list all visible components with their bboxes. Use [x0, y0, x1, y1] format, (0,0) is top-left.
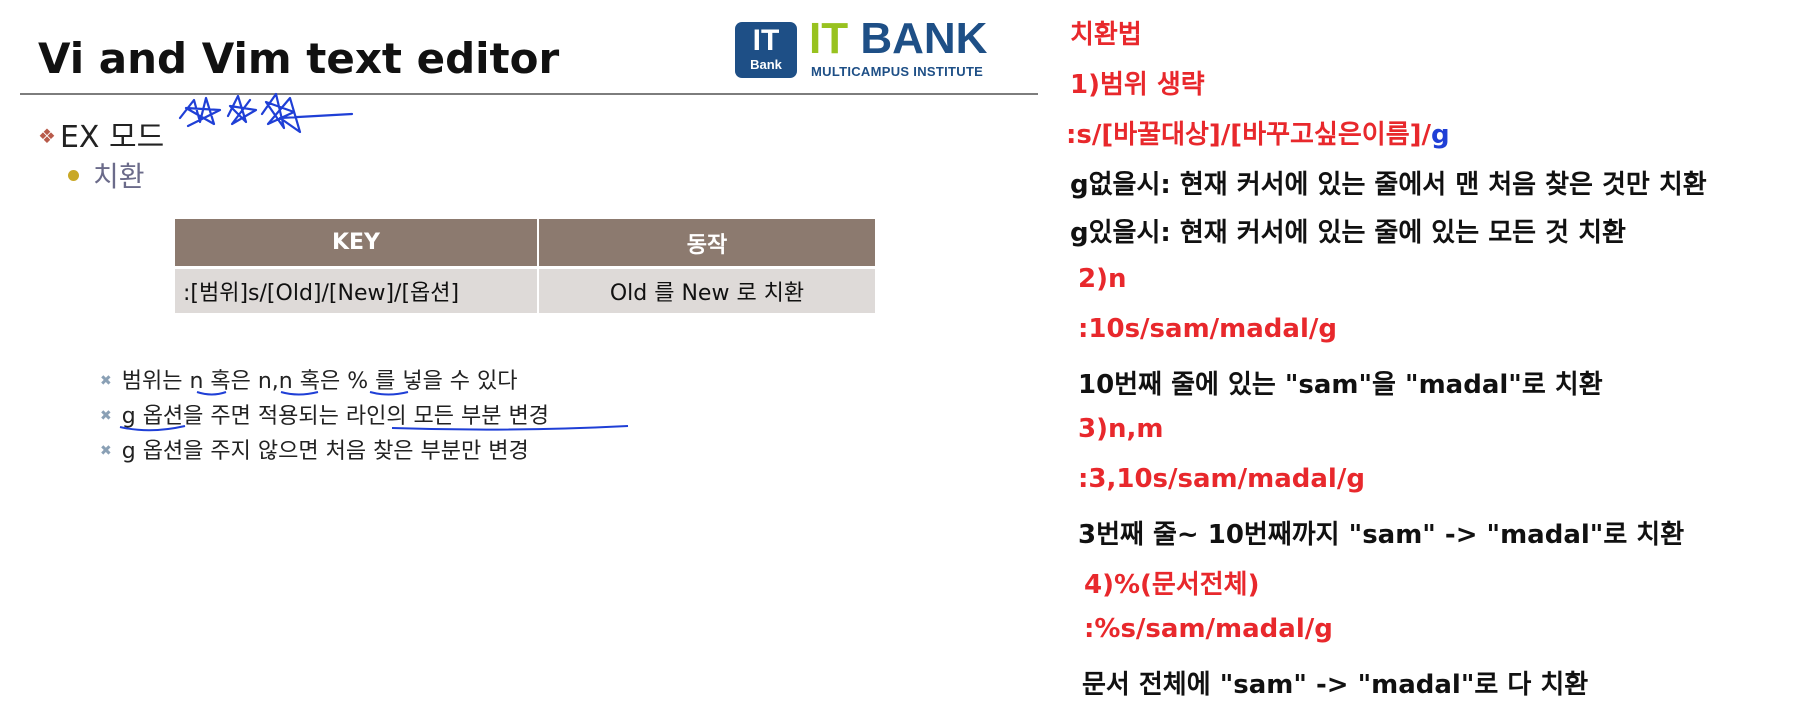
list-item: ✖ g 옵션을 주지 않으면 처음 찾은 부분만 변경	[100, 434, 549, 469]
circle-bullet-icon	[68, 170, 79, 181]
ink-underline-marks	[119, 391, 629, 432]
it-bank-logo: IT Bank IT BANK MULTICAMPUS INSTITUTE	[735, 16, 1035, 82]
note-text: g 옵션을 주면 적용되는 라인의 모든 부분 변경	[121, 404, 549, 429]
section3-command: :3,10s/sam/madal/g	[1078, 464, 1365, 494]
logo-name-it: IT	[809, 14, 849, 63]
table-header-key: KEY	[175, 219, 539, 269]
note-text: g 옵션을 주지 않으면 처음 찾은 부분만 변경	[121, 439, 529, 464]
logo-subtitle: MULTICAMPUS INSTITUTE	[811, 64, 984, 79]
note-text: 범위는 n 혹은 n,n 혹은 % 를 넣을 수 있다	[121, 369, 518, 394]
bullet-ex-mode-text: EX 모드	[59, 120, 165, 155]
section4-desc: 문서 전체에 "sam" -> "madal"로 다 치환	[1082, 670, 1589, 700]
table-row: :[범위]s/[Old]/[New]/[옵션] Old 를 New 로 치환	[175, 267, 877, 313]
diamond-bullet-icon: ❖	[38, 124, 56, 148]
logo-badge: IT Bank	[735, 22, 797, 78]
section1-title: 1)범위 생략	[1070, 70, 1205, 100]
square-bullet-icon: ✖	[100, 443, 112, 459]
list-item: ✖ 범위는 n 혹은 n,n 혹은 % 를 넣을 수 있다	[100, 364, 549, 399]
square-bullet-icon: ✖	[100, 373, 112, 389]
section2-desc: 10번째 줄에 있는 "sam"을 "madal"로 치환	[1078, 370, 1603, 400]
key-action-table: KEY 동작 :[범위]s/[Old]/[New]/[옵션] Old 를 New…	[175, 219, 877, 313]
notes-heading: 치환법	[1070, 20, 1142, 50]
section4-command: :%s/sam/madal/g	[1084, 614, 1333, 644]
bullet-substitution: 치환	[68, 155, 145, 195]
list-item: ✖ g 옵션을 주면 적용되는 라인의 모든 부분 변경	[100, 399, 549, 434]
lecture-slide: Vi and Vim text editor IT Bank IT BANK M…	[0, 0, 1050, 715]
bullet-substitution-text: 치환	[93, 160, 145, 193]
section1-desc-without-g: g없을시: 현재 커서에 있는 줄에서 맨 처음 찾은 것만 치환	[1070, 170, 1707, 200]
slide-title: Vi and Vim text editor	[38, 34, 560, 83]
table-cell-action: Old 를 New 로 치환	[538, 267, 877, 313]
section1-command-main: :s/[바꿀대상]/[바꾸고싶은이름]/	[1066, 120, 1432, 150]
section2-title: 2)n	[1078, 264, 1127, 294]
section1-command: :s/[바꿀대상]/[바꾸고싶은이름]/g	[1066, 114, 1450, 151]
logo-name-bank: BANK	[860, 14, 988, 63]
section2-command: :10s/sam/madal/g	[1078, 314, 1337, 344]
title-divider	[20, 93, 1038, 95]
table-header-action: 동작	[538, 219, 877, 269]
section1-command-flag: g	[1431, 120, 1450, 150]
section4-title: 4)%(문서전체)	[1084, 570, 1260, 600]
substitution-notes: ✖ 범위는 n 혹은 n,n 혹은 % 를 넣을 수 있다 ✖ g 옵션을 주면 적…	[100, 364, 549, 469]
logo-badge-bottom: Bank	[750, 57, 782, 72]
logo-name: IT BANK	[809, 16, 987, 62]
section3-desc: 3번째 줄~ 10번째까지 "sam" -> "madal"로 치환	[1078, 520, 1685, 550]
ink-scribble-icon	[178, 92, 354, 134]
table-header-row: KEY 동작	[175, 219, 877, 269]
bullet-ex-mode: ❖ EX 모드	[38, 112, 164, 156]
square-bullet-icon: ✖	[100, 408, 112, 424]
logo-badge-top: IT	[752, 24, 780, 57]
section3-title: 3)n,m	[1078, 414, 1164, 444]
section1-desc-with-g: g있을시: 현재 커서에 있는 줄에 있는 모든 것 치환	[1070, 218, 1626, 248]
table-cell-key: :[범위]s/[Old]/[New]/[옵션]	[175, 267, 539, 313]
